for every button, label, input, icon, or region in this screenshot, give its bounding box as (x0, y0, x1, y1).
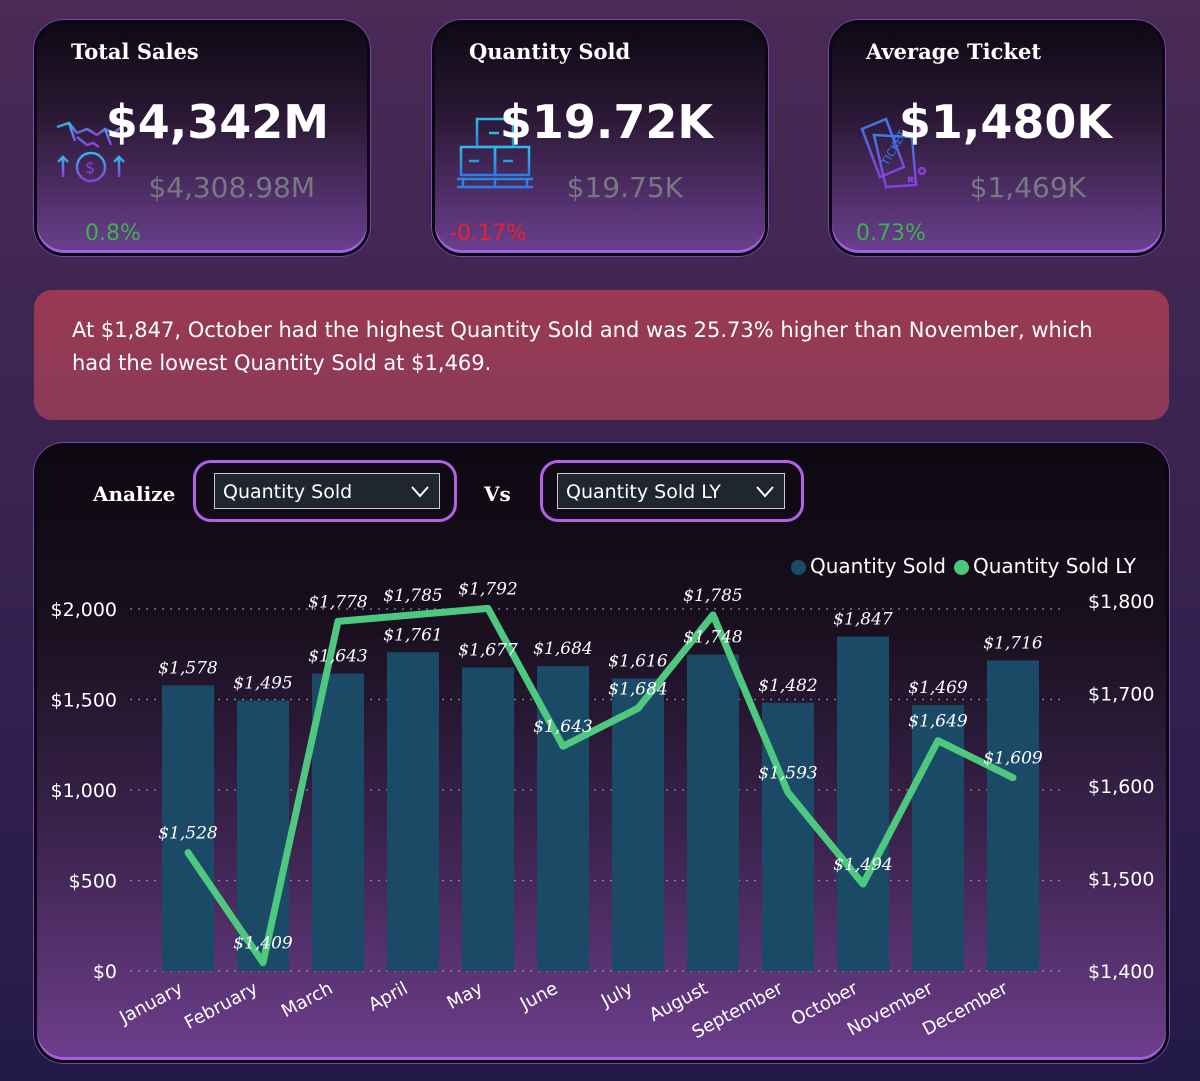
line-data-label: $1,409 (233, 934, 293, 954)
line-data-label: $1,528 (158, 824, 218, 844)
y-left-tick-label: $2,000 (51, 599, 117, 621)
line-data-label: $1,785 (383, 586, 442, 606)
x-tick-label: December (919, 978, 1012, 1041)
bar[interactable] (462, 667, 514, 971)
bar-data-label: $1,748 (683, 628, 743, 648)
line-data-label: $1,785 (683, 586, 742, 606)
x-tick-label: March (278, 978, 336, 1022)
bar-data-label: $1,677 (458, 640, 518, 660)
x-tick-label: April (365, 978, 411, 1016)
bar[interactable] (387, 652, 439, 971)
x-tick-label: January (115, 978, 186, 1029)
y-right-tick-label: $1,400 (1088, 961, 1154, 983)
bar-data-label: $1,847 (833, 610, 893, 630)
bar[interactable] (837, 636, 889, 971)
y-right-tick-label: $1,600 (1088, 776, 1154, 798)
bar-data-label: $1,469 (908, 678, 968, 698)
line-data-label: $1,649 (908, 712, 968, 732)
x-tick-label: February (181, 978, 262, 1034)
y-right-tick-label: $1,700 (1088, 684, 1154, 706)
line-data-label: $1,778 (308, 592, 368, 612)
combo-chart: $0 $500 $1,000 $1,500 $2,000 $1,400 $1,500 $1,6… (51, 579, 1155, 1043)
bar-data-label: $1,684 (533, 639, 592, 659)
y-right-tick-label: $1,800 (1088, 591, 1154, 613)
line-data-label: $1,593 (758, 763, 817, 783)
y-left-tick-label: $0 (93, 961, 117, 983)
x-tick-label: June (516, 978, 561, 1015)
bar[interactable] (987, 660, 1039, 971)
y-left-tick-label: $1,500 (51, 690, 117, 712)
x-tick-label: July (597, 978, 637, 1012)
bar[interactable] (687, 654, 739, 971)
bar-data-label: $1,495 (233, 673, 292, 693)
bar[interactable] (612, 678, 664, 971)
y-right-tick-label: $1,500 (1088, 869, 1154, 891)
y-left-tick-label: $1,000 (51, 780, 117, 802)
bar-data-label: $1,716 (983, 633, 1043, 653)
line-data-label: $1,609 (983, 749, 1043, 769)
line-data-label: $1,494 (833, 855, 892, 875)
bar-data-label: $1,761 (383, 625, 442, 645)
bar-data-label: $1,482 (758, 676, 817, 696)
line-data-label: $1,684 (608, 679, 667, 699)
bar-data-label: $1,578 (158, 658, 218, 678)
bar-data-label: $1,616 (608, 652, 668, 672)
line-data-label: $1,792 (458, 579, 517, 599)
bar-data-label: $1,643 (308, 647, 367, 667)
y-left-tick-label: $500 (69, 871, 117, 893)
x-tick-label: May (444, 978, 487, 1014)
line-data-label: $1,643 (533, 717, 592, 737)
